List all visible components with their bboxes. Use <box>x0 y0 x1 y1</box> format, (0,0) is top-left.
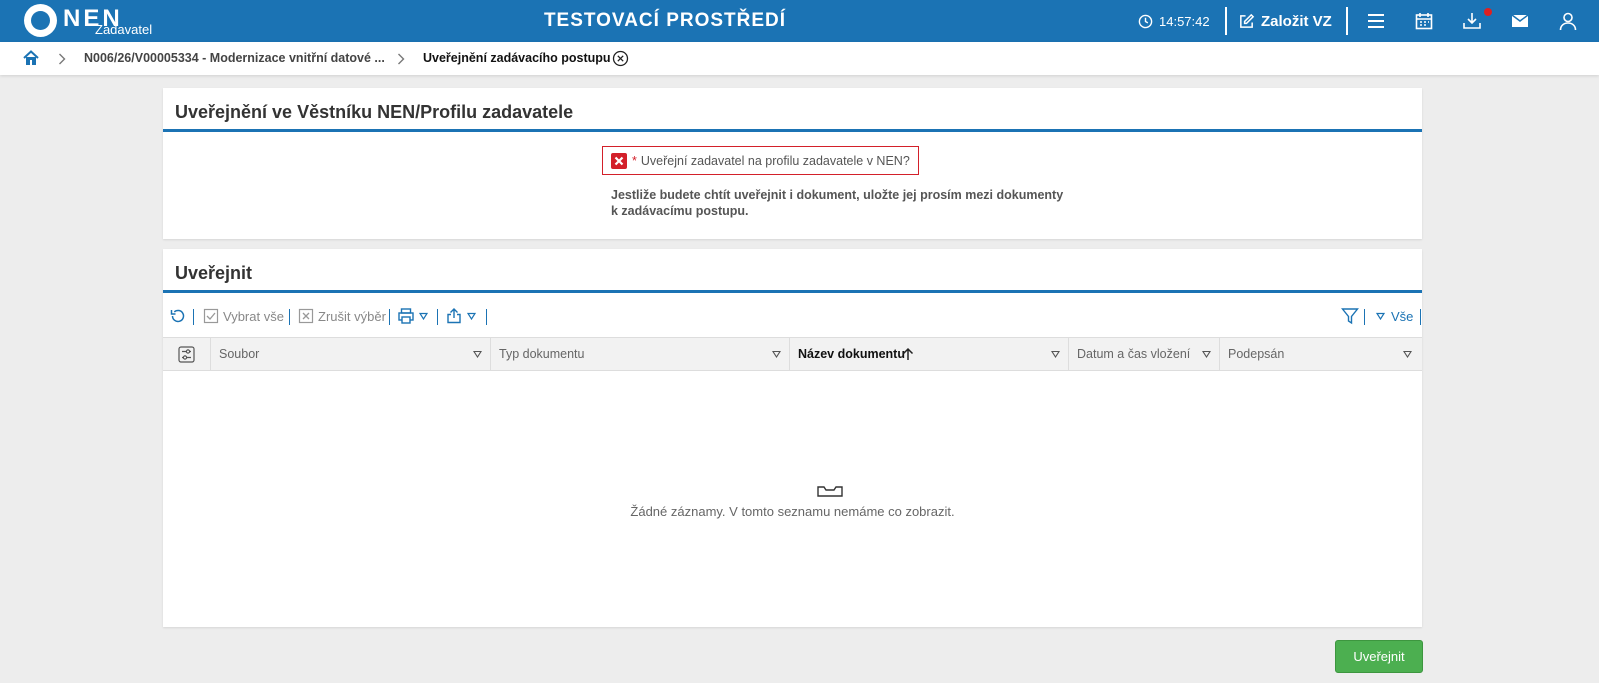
filter-scope-label: Vše <box>1391 308 1414 324</box>
notification-badge <box>1484 8 1492 16</box>
breadcrumb-current: Uveřejnění zadávacího postupu <box>423 51 611 65</box>
column-label: Název dokumentu <box>798 347 905 361</box>
column-filter-icon[interactable] <box>1202 350 1211 358</box>
column-header-inserted-at[interactable]: Datum a čas vložení <box>1068 338 1219 370</box>
publication-panel-title: Uveřejnění ve Věstníku NEN/Profilu zadav… <box>163 88 1422 132</box>
documents-panel: Uveřejnit Vybrat vše Zrušit výběr Vše So… <box>163 249 1422 627</box>
info-text: Jestliže budete chtít uveřejnit i dokume… <box>611 187 1071 219</box>
filter-icon[interactable] <box>1341 307 1359 325</box>
edit-icon <box>1240 13 1255 28</box>
column-settings-icon <box>178 346 195 363</box>
question-label: Uveřejní zadavatel na profilu zadavatele… <box>640 153 910 168</box>
breadcrumb-tender[interactable]: N006/26/V00005334 - Modernizace vnitřní … <box>84 42 385 75</box>
export-icon <box>447 308 461 324</box>
user-icon[interactable] <box>1558 11 1578 31</box>
create-tender-button[interactable]: Založit VZ <box>1238 0 1332 42</box>
column-label: Podepsán <box>1228 347 1285 361</box>
publish-button[interactable]: Uveřejnit <box>1335 640 1423 673</box>
calendar-icon[interactable] <box>1414 11 1434 31</box>
clock-time: 14:57:42 <box>1159 13 1210 29</box>
select-all-button[interactable]: Vybrat vše <box>203 307 284 325</box>
caret-down-icon <box>1376 312 1385 320</box>
column-header-doc-name[interactable]: Název dokumentu <box>789 338 1068 370</box>
error-checkbox-icon[interactable] <box>611 152 627 169</box>
info-line-2: k zadávacímu postupu. <box>611 204 749 218</box>
toolbar-divider <box>389 309 390 325</box>
print-icon <box>398 308 414 324</box>
caret-down-icon <box>467 312 476 320</box>
column-label: Datum a čas vložení <box>1077 347 1191 361</box>
documents-panel-title: Uveřejnit <box>163 249 1422 293</box>
mail-icon[interactable] <box>1510 11 1530 31</box>
select-all-label: Vybrat vše <box>223 308 284 324</box>
column-settings-button[interactable] <box>163 338 210 370</box>
column-header-doc-type[interactable]: Typ dokumentu <box>490 338 789 370</box>
toolbar-divider <box>1364 309 1365 325</box>
home-icon[interactable] <box>22 49 40 67</box>
caret-down-icon <box>419 312 428 320</box>
toolbar-divider <box>437 309 438 325</box>
divider <box>1225 7 1227 35</box>
toolbar-divider <box>486 309 487 325</box>
grid-toolbar: Vybrat vše Zrušit výběr Vše <box>163 301 1422 331</box>
check-square-icon <box>203 308 219 324</box>
publish-profile-question[interactable]: * Uveřejní zadavatel na profilu zadavate… <box>602 146 919 175</box>
session-clock: 14:57:42 <box>1138 0 1210 42</box>
cancel-selection-button[interactable]: Zrušit výběr <box>298 307 386 325</box>
required-mark: * <box>632 153 637 168</box>
sort-ascending-icon <box>902 347 914 360</box>
chevron-right-icon <box>59 53 66 65</box>
x-square-icon <box>298 308 314 324</box>
clock-icon <box>1138 14 1153 28</box>
breadcrumb: N006/26/V00005334 - Modernizace vnitřní … <box>0 42 1599 75</box>
filter-scope-select[interactable]: Vše <box>1376 307 1413 325</box>
refresh-icon[interactable] <box>169 307 187 325</box>
empty-tray-icon <box>817 486 843 497</box>
toolbar-divider <box>1420 309 1421 325</box>
info-line-1: Jestliže budete chtít uveřejnit i dokume… <box>611 188 1064 202</box>
empty-state-text: Žádné záznamy. V tomto seznamu nemáme co… <box>630 504 955 519</box>
column-header-signed[interactable]: Podepsán <box>1219 338 1420 370</box>
toolbar-divider <box>289 309 290 325</box>
column-filter-icon[interactable] <box>473 350 482 358</box>
environment-title: TESTOVACÍ PROSTŘEDÍ <box>543 10 787 31</box>
column-label: Typ dokumentu <box>499 347 585 361</box>
column-filter-icon[interactable] <box>1403 350 1412 358</box>
top-bar: NEN Zadavatel TESTOVACÍ PROSTŘEDÍ 14:57:… <box>0 0 1599 42</box>
column-filter-icon[interactable] <box>1051 350 1060 358</box>
publication-panel: Uveřejnění ve Věstníku NEN/Profilu zadav… <box>163 88 1422 239</box>
toolbar-divider <box>193 309 194 325</box>
divider <box>1346 7 1348 35</box>
cancel-selection-label: Zrušit výběr <box>318 308 386 324</box>
column-label: Soubor <box>219 347 260 361</box>
menu-icon[interactable] <box>1366 11 1386 31</box>
export-menu-button[interactable] <box>445 307 476 325</box>
create-tender-label: Založit VZ <box>1261 12 1332 30</box>
close-tab-icon[interactable] <box>612 50 629 67</box>
download-icon[interactable] <box>1462 11 1482 31</box>
table-header: Soubor Typ dokumentu Název dokumentu Dat… <box>163 337 1422 371</box>
chevron-right-icon <box>398 53 405 65</box>
column-filter-icon[interactable] <box>772 350 781 358</box>
print-menu-button[interactable] <box>397 307 428 325</box>
column-header-file[interactable]: Soubor <box>210 338 490 370</box>
